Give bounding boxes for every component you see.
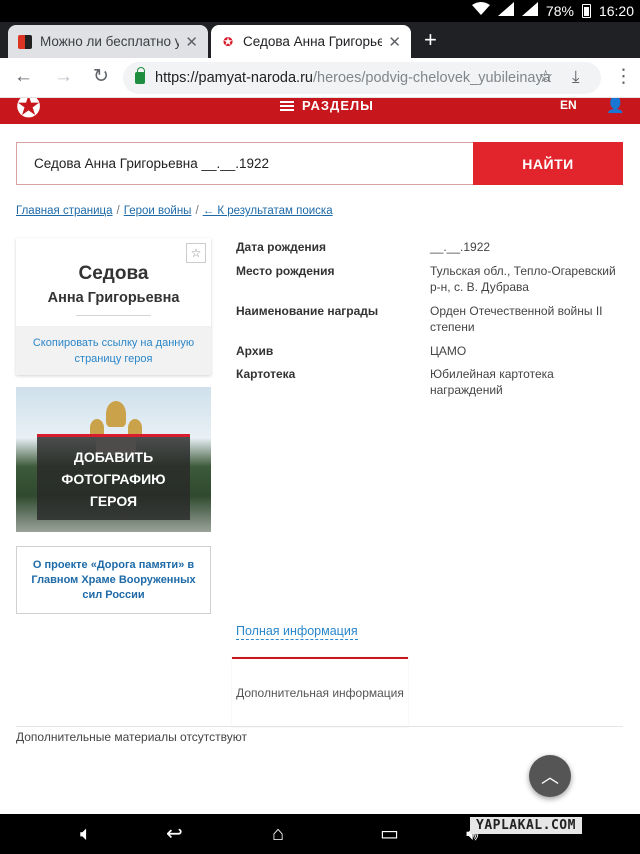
search-form: НАЙТИ xyxy=(16,142,623,185)
hero-names: Анна Григорьевна xyxy=(47,290,180,306)
nav-back-icon[interactable]: ↩ xyxy=(166,822,183,846)
browser-toolbar: ← → ↻ https://pamyat-naroda.ru /heroes/p… xyxy=(0,58,640,98)
info-value: Юбилейная картотека награждений xyxy=(430,367,554,397)
volume-down-icon[interactable]: 🔈︎ xyxy=(80,822,92,846)
address-bar[interactable]: https://pamyat-naroda.ru /heroes/podvig-… xyxy=(123,62,601,94)
user-icon[interactable]: 👤 xyxy=(606,98,625,114)
add-photo-button[interactable]: ДОБАВИТЬ ФОТОГРАФИЮ ГЕРОЯ xyxy=(37,434,190,520)
add-photo-block[interactable]: ДОБАВИТЬ ФОТОГРАФИЮ ГЕРОЯ xyxy=(16,387,211,532)
url-path: /heroes/podvig-chelovek_yubileinaya xyxy=(312,70,551,86)
info-label: Архив xyxy=(236,344,274,358)
bookmark-star-icon[interactable]: ☆ xyxy=(538,67,553,87)
tab-active[interactable]: ✪ Седова Анна Григорьевна ✕ xyxy=(211,25,411,58)
hero-surname: Седова xyxy=(78,263,149,284)
breadcrumb-separator: / xyxy=(195,205,199,217)
new-tab-button[interactable]: + xyxy=(424,28,437,52)
favicon-star-icon: ✪ xyxy=(222,34,234,49)
wifi-icon xyxy=(471,2,490,19)
info-label: Место рождения xyxy=(236,264,335,278)
hero-card: ☆ Седова Анна Григорьевна Скопировать сс… xyxy=(16,238,211,375)
info-value: Орден Отечественной войны II степени xyxy=(430,304,603,334)
favorite-star-icon[interactable]: ☆ xyxy=(186,243,206,263)
breadcrumb-separator: / xyxy=(116,205,120,217)
site-header: ✪ РАЗДЕЛЫ EN 👤 xyxy=(0,98,640,124)
search-button[interactable]: НАЙТИ xyxy=(473,142,623,185)
watermark: YAPLAKAL.COM xyxy=(470,817,582,834)
info-value: ЦАМО xyxy=(430,344,467,358)
back-to-results-link[interactable]: ← К результатам поиска xyxy=(203,205,333,217)
info-label: Картотека xyxy=(236,367,296,381)
about-project-link[interactable]: О проекте «Дорога памяти» в Главном Храм… xyxy=(16,546,211,614)
copy-link-button[interactable]: Скопировать ссылку на данную страницу ге… xyxy=(16,326,211,375)
back-icon[interactable]: ← xyxy=(14,66,33,88)
divider xyxy=(76,315,151,316)
language-switch[interactable]: EN xyxy=(560,98,577,112)
battery-percent: 78% xyxy=(545,2,574,19)
signal-icon xyxy=(521,2,538,19)
sections-menu[interactable]: РАЗДЕЛЫ xyxy=(280,98,374,113)
info-label: Наименование награды xyxy=(236,304,379,318)
overflow-menu-icon[interactable]: ⋮ xyxy=(614,66,633,88)
divider xyxy=(16,726,623,727)
url-domain: https://pamyat-naroda.ru xyxy=(155,70,313,86)
search-input[interactable] xyxy=(16,142,473,185)
star-logo-icon[interactable]: ✪ xyxy=(16,98,41,124)
lock-icon xyxy=(135,67,145,84)
menu-label: РАЗДЕЛЫ xyxy=(302,98,374,113)
recents-icon[interactable]: ▭ xyxy=(380,822,399,846)
close-icon[interactable]: ✕ xyxy=(388,33,401,51)
tab-title: Можно ли бесплатно узнат xyxy=(40,34,180,49)
favicon-icon xyxy=(18,34,32,49)
chevron-up-icon: ︿ xyxy=(541,767,559,787)
tab-title: Седова Анна Григорьевна xyxy=(243,34,383,49)
breadcrumb-heroes[interactable]: Герои войны xyxy=(124,205,192,217)
breadcrumb: Главная страница / Герои войны / ← К рез… xyxy=(16,205,333,217)
home-icon[interactable]: ⌂ xyxy=(272,822,284,846)
info-value: __.__.1922 xyxy=(430,240,491,254)
status-indicators: 78% 16:20 xyxy=(471,2,634,19)
tab-additional-info[interactable]: Дополнительная информация xyxy=(232,657,408,727)
scroll-to-top-button[interactable]: ︿ xyxy=(529,755,571,797)
signal-icon xyxy=(497,2,514,19)
breadcrumb-home[interactable]: Главная страница xyxy=(16,205,113,217)
no-materials-text: Дополнительные материалы отсутствуют xyxy=(16,730,248,744)
battery-icon xyxy=(581,3,591,18)
download-icon[interactable]: ⤓ xyxy=(572,67,580,87)
close-icon[interactable]: ✕ xyxy=(185,33,198,51)
menu-icon xyxy=(280,104,294,107)
info-value: Тульская обл., Тепло-Огаревский р-н, с. … xyxy=(430,264,616,294)
clock: 16:20 xyxy=(598,2,634,19)
full-info-link[interactable]: Полная информация xyxy=(236,624,358,640)
reload-icon[interactable]: ↻ xyxy=(93,66,109,88)
tab-inactive[interactable]: Можно ли бесплатно узнат ✕ xyxy=(8,25,208,58)
forward-icon[interactable]: → xyxy=(54,66,73,88)
tab-strip: Можно ли бесплатно узнат ✕ ✪ Седова Анна… xyxy=(0,22,640,58)
status-bar: 78% 16:20 xyxy=(0,0,640,22)
info-label: Дата рождения xyxy=(236,240,327,254)
system-nav-bar: 🔈︎ ↩ ⌂ ▭ 🔊︎ YAPLAKAL.COM xyxy=(0,814,640,854)
